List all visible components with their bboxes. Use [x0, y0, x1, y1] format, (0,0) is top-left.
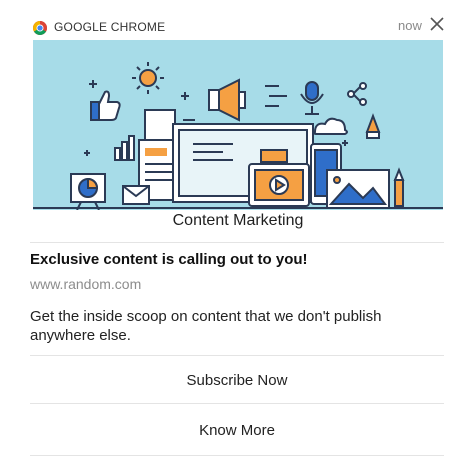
notification-url: www.random.com: [30, 276, 142, 292]
image-illustration: [326, 169, 390, 209]
divider: [30, 355, 444, 356]
subscribe-now-button[interactable]: Subscribe Now: [30, 372, 444, 389]
envelope-icon: [122, 185, 150, 205]
divider: [30, 403, 444, 404]
content-marketing-illustration: [33, 40, 443, 210]
close-icon[interactable]: [428, 15, 446, 33]
notification-title: Exclusive content is calling out to you!: [30, 251, 308, 268]
divider: [30, 455, 444, 456]
video-player-illustration: [248, 163, 310, 207]
know-more-button[interactable]: Know More: [30, 422, 444, 439]
notification-time: now: [398, 18, 422, 33]
divider: [30, 242, 444, 243]
chrome-logo-icon: [33, 21, 47, 35]
notification-message: Get the inside scoop on content that we …: [30, 308, 382, 344]
banner-image: [33, 40, 443, 210]
notification-header: GOOGLE CHROME now: [0, 0, 474, 40]
pencil-icon: [393, 167, 405, 207]
app-name: GOOGLE CHROME: [54, 20, 166, 34]
banner-caption: Content Marketing: [172, 212, 304, 229]
